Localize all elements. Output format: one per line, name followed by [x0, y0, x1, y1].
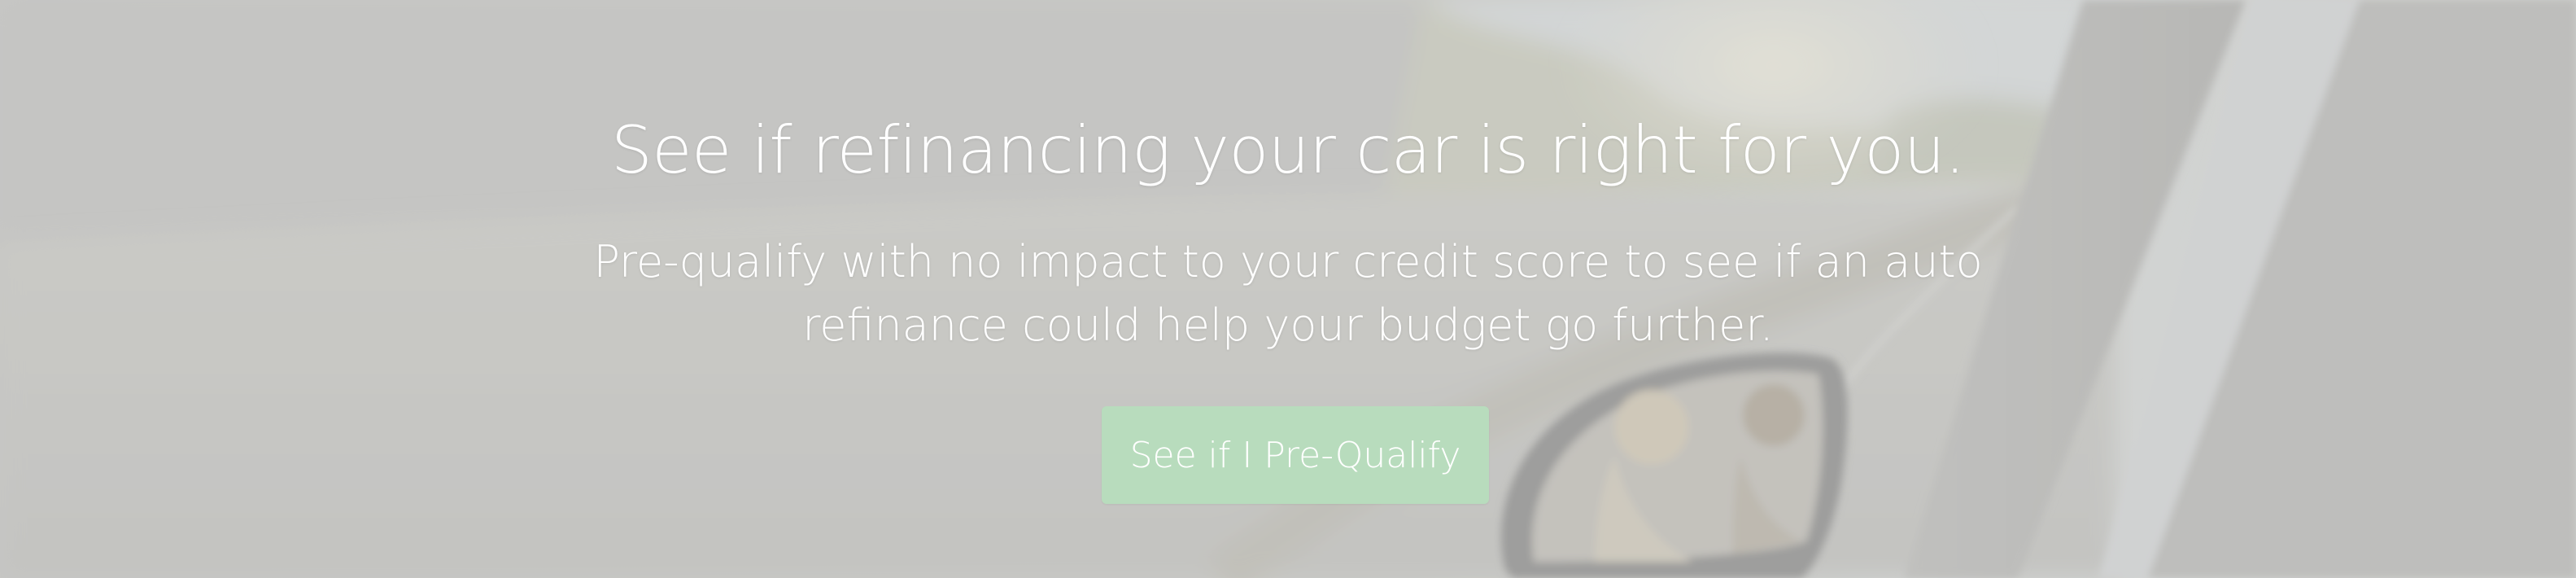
hero-title: See if refinancing your car is right for…: [611, 112, 1965, 188]
hero-banner: See if refinancing your car is right for…: [0, 0, 2576, 578]
pre-qualify-button[interactable]: See if I Pre-Qualify: [1102, 406, 1489, 504]
hero-content: See if refinancing your car is right for…: [0, 0, 2576, 578]
hero-subtitle: Pre-qualify with no impact to your credi…: [593, 236, 1983, 351]
